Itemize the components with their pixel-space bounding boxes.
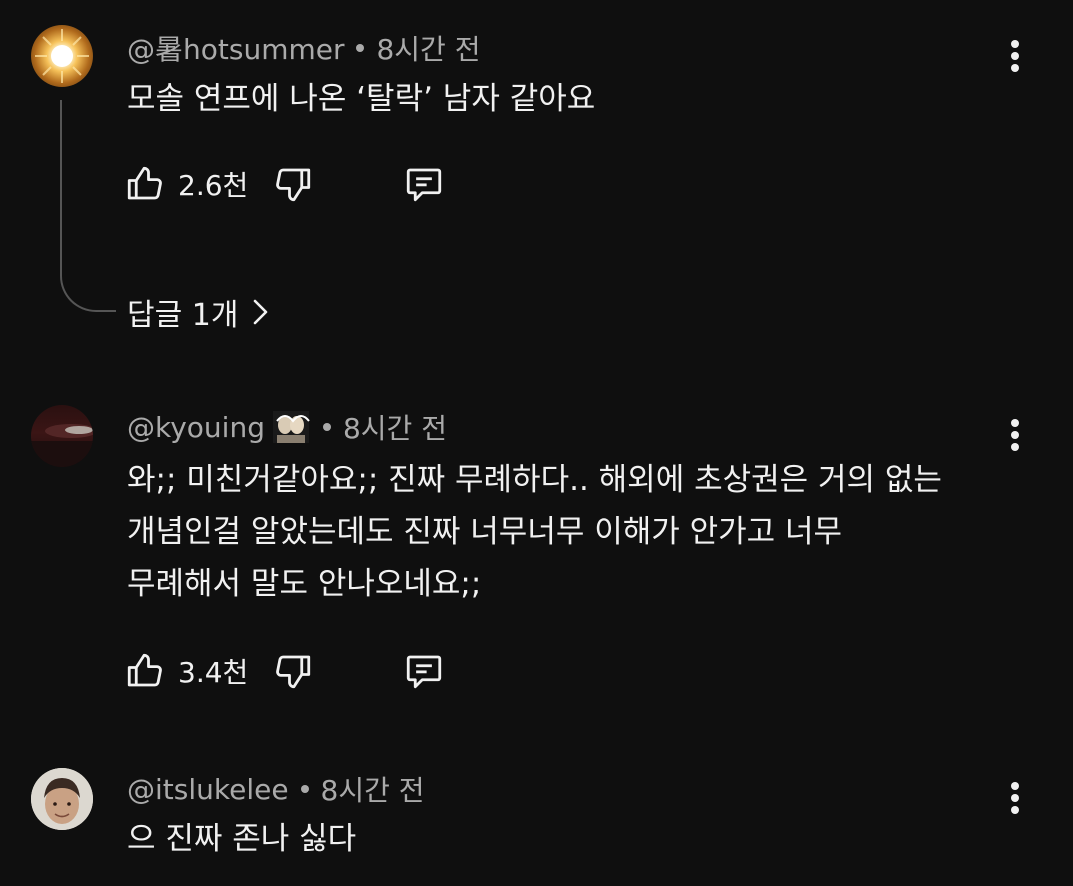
avatar[interactable]	[31, 405, 93, 467]
comment-text: 으 진짜 존나 싫다	[127, 813, 1027, 865]
comment-line: 개념인걸 알았는데도 진짜 너무너무 이해가 안가고 너무	[127, 514, 843, 550]
dislike-button[interactable]	[272, 650, 314, 692]
avatar-image	[31, 768, 93, 830]
separator-dot	[356, 44, 365, 52]
avatar-image	[31, 424, 93, 467]
comment-meta: @暑hotsummer 8시간 전	[127, 28, 480, 68]
comment-icon	[407, 655, 442, 689]
thumbs-down-icon	[276, 168, 311, 202]
chevron-right-icon	[254, 299, 268, 325]
reply-button[interactable]	[402, 650, 446, 692]
replies-label: 답글 1개	[127, 298, 239, 333]
like-button[interactable]: 2.6천	[124, 163, 272, 205]
like-count: 2.6천	[178, 169, 249, 202]
comment-time: 8시간 전	[320, 774, 425, 807]
thread-line	[60, 100, 116, 312]
comment-time: 8시간 전	[376, 33, 481, 66]
separator-dot	[300, 785, 309, 793]
avatar[interactable]	[31, 768, 93, 830]
comment-author[interactable]: @暑hotsummer	[127, 28, 344, 68]
comment-meta: @kyouing 8시간 전	[127, 407, 447, 447]
comment-line: 모솔 연프에 나온 ‘탈락’ 남자 같아요	[127, 81, 596, 117]
member-badge-icon	[271, 409, 311, 445]
comment-line: 와;; 미친거같아요;; 진짜 무례하다.. 해외에 초상권은 거의 없는	[127, 462, 942, 498]
comment-meta: @itslukelee 8시간 전	[127, 769, 425, 809]
comment-line: 으 진짜 존나 싫다	[127, 821, 357, 857]
comment-author[interactable]: @kyouing	[127, 411, 265, 444]
thumbs-down-icon	[276, 655, 311, 689]
dislike-button[interactable]	[272, 163, 314, 205]
like-button[interactable]: 3.4천	[124, 650, 272, 692]
comment-actions: 2.6천	[124, 160, 446, 208]
sunburst-icon	[35, 29, 89, 83]
avatar[interactable]	[31, 25, 93, 87]
comment-time: 8시간 전	[342, 412, 447, 445]
reply-button[interactable]	[402, 163, 446, 205]
comment-text: 모솔 연프에 나온 ‘탈락’ 남자 같아요	[127, 73, 1027, 125]
comment-author[interactable]: @itslukelee	[127, 773, 289, 806]
separator-dot	[322, 423, 331, 431]
more-options-button[interactable]	[1000, 778, 1030, 818]
like-count: 3.4천	[178, 656, 249, 689]
more-options-button[interactable]	[1000, 36, 1030, 76]
thumbs-up-icon	[127, 166, 162, 200]
view-replies-button[interactable]: 답글 1개	[127, 290, 270, 334]
thumbs-up-icon	[127, 653, 162, 687]
comment-icon	[407, 168, 442, 202]
comment-actions: 3.4천	[124, 647, 446, 695]
more-options-button[interactable]	[1000, 415, 1030, 455]
comment-text: 와;; 미친거같아요;; 진짜 무례하다.. 해외에 초상권은 거의 없는 개념…	[127, 454, 1027, 610]
comment-line: 무례해서 말도 안나오네요;;	[127, 566, 482, 602]
